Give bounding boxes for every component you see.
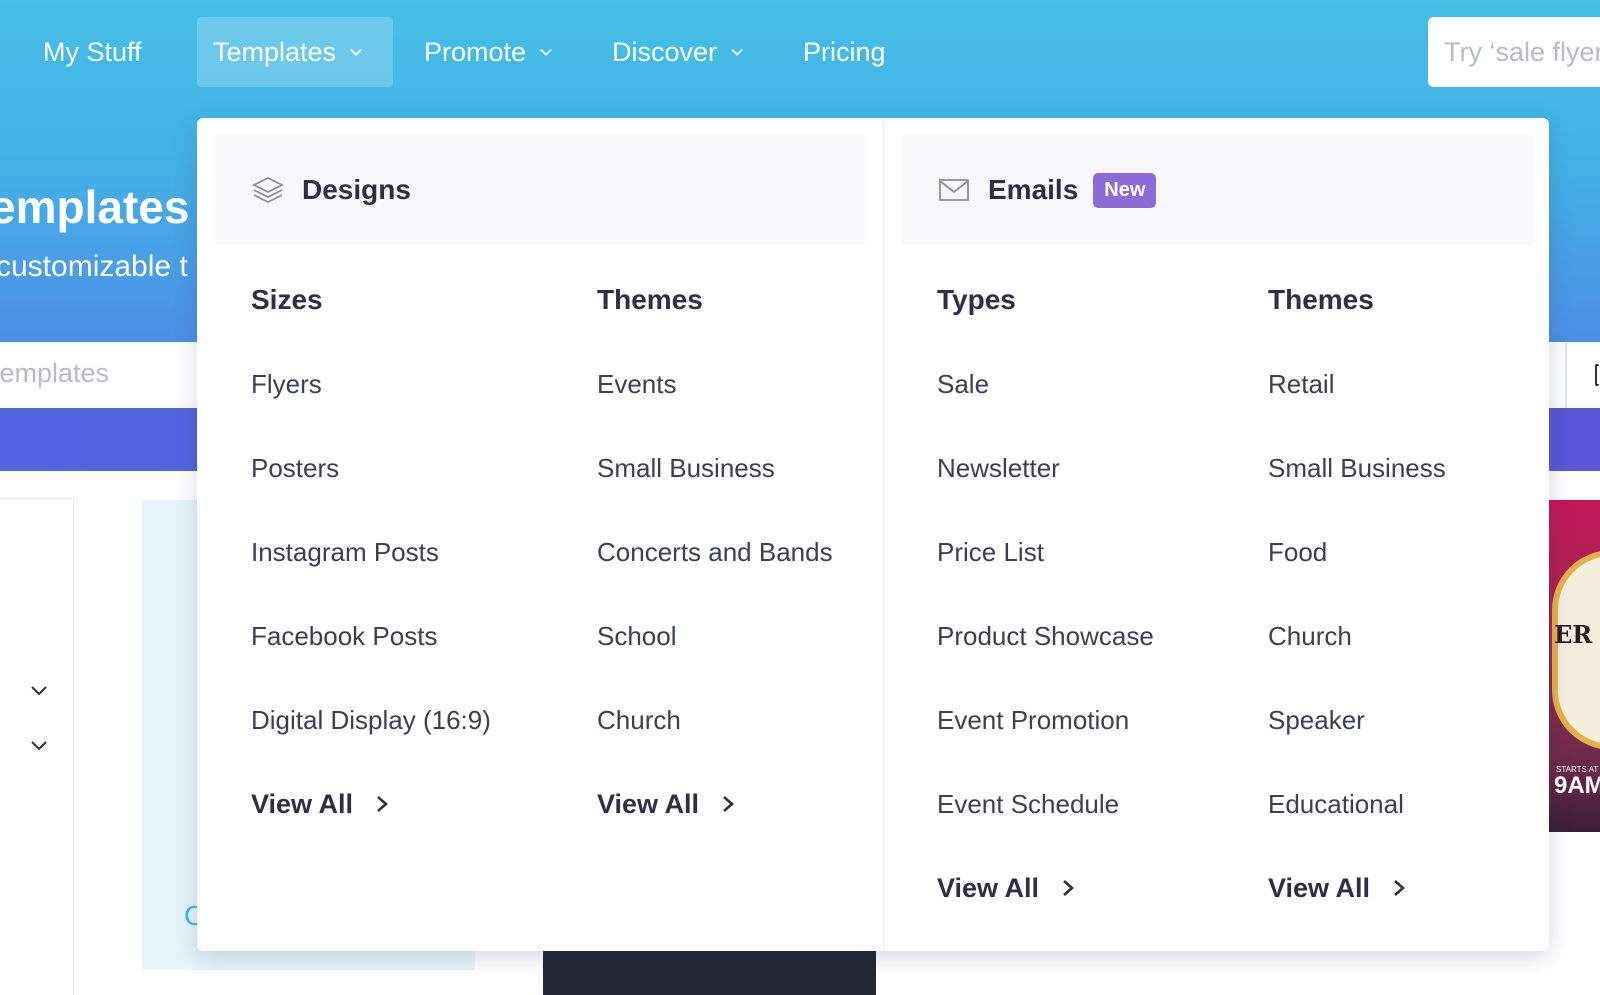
menu-link-small-business[interactable]: Small Business bbox=[597, 451, 833, 535]
menu-link-event-schedule[interactable]: Event Schedule bbox=[937, 787, 1154, 871]
designs-header: Designs bbox=[215, 135, 865, 245]
column-heading: Themes bbox=[1268, 284, 1374, 315]
column-heading: Sizes bbox=[251, 284, 323, 315]
chevron-down-icon bbox=[540, 46, 552, 58]
top-search-input[interactable]: Try ‘sale flyer bbox=[1428, 17, 1600, 87]
view-all-label: View All bbox=[937, 872, 1040, 903]
page-title: emplates bbox=[0, 181, 190, 233]
search-filter-icon[interactable] bbox=[1595, 364, 1599, 386]
view-all-label: View All bbox=[251, 788, 354, 819]
chevron-down-icon bbox=[350, 46, 362, 58]
emails-header: Emails New bbox=[901, 135, 1533, 245]
menu-link-church[interactable]: Church bbox=[597, 703, 833, 787]
nav-label: My Stuff bbox=[43, 36, 142, 67]
menu-link-sale[interactable]: Sale bbox=[937, 367, 1154, 451]
menu-link-educational[interactable]: Educational bbox=[1268, 787, 1446, 871]
chevron-right-icon bbox=[1392, 878, 1406, 898]
menu-link-church[interactable]: Church bbox=[1268, 619, 1446, 703]
column-heading: Types bbox=[937, 284, 1016, 315]
top-nav: My Stuff Templates Promote Discover Pric… bbox=[0, 17, 1600, 87]
nav-label: Promote bbox=[424, 36, 527, 67]
menu-link-posters[interactable]: Posters bbox=[251, 451, 491, 535]
nav-my-stuff[interactable]: My Stuff bbox=[27, 17, 158, 87]
layers-icon bbox=[252, 174, 284, 206]
nav-discover[interactable]: Discover bbox=[596, 17, 759, 87]
menu-link-concerts-and-bands[interactable]: Concerts and Bands bbox=[597, 535, 833, 619]
designs-sizes-column: Sizes Flyers Posters Instagram Posts Fac… bbox=[251, 283, 491, 821]
menu-link-price-list[interactable]: Price List bbox=[937, 535, 1154, 619]
nav-templates[interactable]: Templates bbox=[197, 17, 393, 87]
template-card[interactable] bbox=[543, 950, 876, 995]
nav-label: Discover bbox=[612, 36, 718, 67]
view-all-types-link[interactable]: View All bbox=[937, 871, 1154, 905]
chevron-right-icon bbox=[1061, 878, 1075, 898]
poster-circle bbox=[1552, 550, 1600, 750]
menu-link-small-business[interactable]: Small Business bbox=[1268, 451, 1446, 535]
chevron-right-icon bbox=[721, 794, 735, 814]
template-search-placeholder: templates bbox=[0, 358, 110, 388]
page-subtitle: customizable t bbox=[0, 250, 188, 283]
nav-promote[interactable]: Promote bbox=[408, 17, 568, 87]
search-placeholder: Try ‘sale flyer bbox=[1444, 36, 1600, 67]
menu-divider bbox=[883, 118, 884, 951]
template-thumbnail[interactable]: ER STARTS AT 9AM bbox=[1548, 500, 1600, 832]
emails-themes-column: Themes Retail Small Business Food Church… bbox=[1268, 283, 1446, 905]
chevron-right-icon bbox=[375, 794, 389, 814]
designs-title: Designs bbox=[302, 174, 411, 205]
chevron-down-icon[interactable] bbox=[30, 684, 48, 702]
menu-link-flyers[interactable]: Flyers bbox=[251, 367, 491, 451]
menu-link-food[interactable]: Food bbox=[1268, 535, 1446, 619]
poster-text: ER bbox=[1554, 620, 1593, 649]
view-all-label: View All bbox=[1268, 872, 1371, 903]
menu-link-facebook-posts[interactable]: Facebook Posts bbox=[251, 619, 491, 703]
menu-link-product-showcase[interactable]: Product Showcase bbox=[937, 619, 1154, 703]
nav-pricing[interactable]: Pricing bbox=[787, 17, 902, 87]
search-divider bbox=[1565, 342, 1567, 408]
poster-time: 9AM bbox=[1554, 772, 1600, 799]
chevron-down-icon[interactable] bbox=[30, 739, 48, 757]
envelope-icon bbox=[938, 174, 970, 206]
emails-types-column: Types Sale Newsletter Price List Product… bbox=[937, 283, 1154, 905]
new-badge: New bbox=[1093, 172, 1157, 208]
menu-link-retail[interactable]: Retail bbox=[1268, 367, 1446, 451]
filter-sidebar bbox=[0, 498, 74, 995]
column-heading: Themes bbox=[597, 284, 703, 315]
view-all-sizes-link[interactable]: View All bbox=[251, 787, 491, 821]
chevron-down-icon bbox=[731, 46, 743, 58]
emails-title: Emails bbox=[988, 174, 1079, 205]
menu-link-events[interactable]: Events bbox=[597, 367, 833, 451]
templates-mega-menu: Designs Sizes Flyers Posters Instagram P… bbox=[197, 118, 1549, 951]
view-all-label: View All bbox=[597, 788, 700, 819]
nav-label: Pricing bbox=[803, 36, 886, 67]
view-all-themes-link[interactable]: View All bbox=[597, 787, 833, 821]
menu-link-newsletter[interactable]: Newsletter bbox=[937, 451, 1154, 535]
nav-label: Templates bbox=[213, 36, 337, 67]
menu-link-event-promotion[interactable]: Event Promotion bbox=[937, 703, 1154, 787]
menu-link-digital-display[interactable]: Digital Display (16:9) bbox=[251, 703, 491, 787]
view-all-email-themes-link[interactable]: View All bbox=[1268, 871, 1446, 905]
menu-link-speaker[interactable]: Speaker bbox=[1268, 703, 1446, 787]
designs-themes-column: Themes Events Small Business Concerts an… bbox=[597, 283, 833, 821]
menu-link-school[interactable]: School bbox=[597, 619, 833, 703]
menu-link-instagram-posts[interactable]: Instagram Posts bbox=[251, 535, 491, 619]
